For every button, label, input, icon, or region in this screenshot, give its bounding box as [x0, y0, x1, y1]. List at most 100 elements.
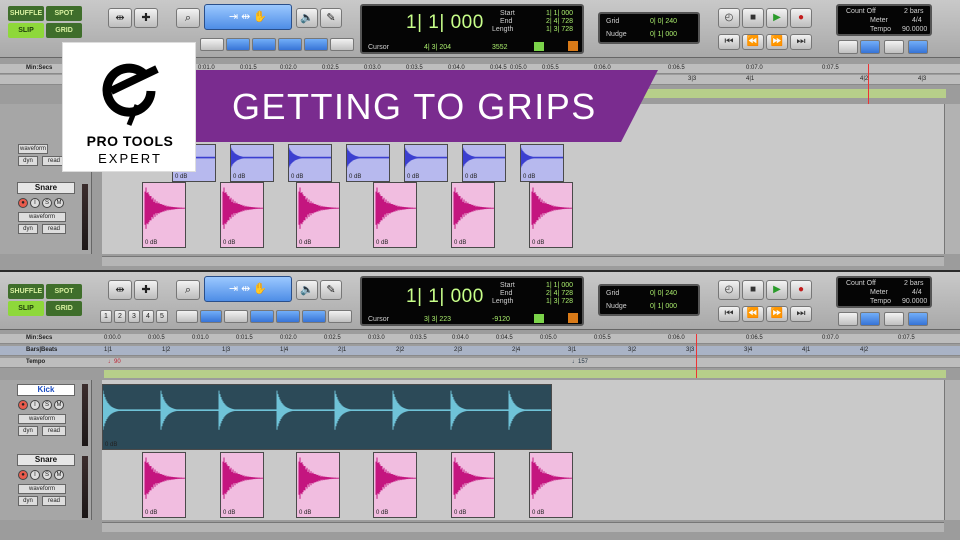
- metronome-button[interactable]: [860, 40, 880, 54]
- start-value[interactable]: 1| 1| 000: [546, 282, 573, 289]
- end-value[interactable]: 2| 4| 728: [546, 18, 573, 25]
- snare-record-button[interactable]: ●: [18, 198, 28, 208]
- end-value[interactable]: 2| 4| 728: [546, 290, 573, 297]
- snare-dyn-button[interactable]: dyn: [18, 496, 38, 506]
- audio-clip[interactable]: 0 dB: [142, 182, 186, 248]
- snare-track-name[interactable]: Snare: [17, 454, 75, 466]
- horizontal-scrollbar-bottom[interactable]: [102, 522, 944, 532]
- fast-forward-button[interactable]: ⏩: [766, 34, 788, 50]
- grid-mode-button[interactable]: GRID: [46, 23, 82, 38]
- meter-value[interactable]: 4/4: [912, 17, 922, 24]
- spot-mode-button[interactable]: SPOT: [46, 6, 82, 21]
- shuffle-mode-button[interactable]: SHUFFLE: [8, 6, 44, 21]
- tempo-value[interactable]: 90.0000: [902, 26, 927, 33]
- go-to-end-button[interactable]: ⏭: [790, 306, 812, 322]
- scrubber-tool-button[interactable]: 🔈: [296, 280, 318, 300]
- play-button[interactable]: ▶: [766, 8, 788, 28]
- midi-merge-button[interactable]: [884, 40, 904, 54]
- audio-clip[interactable]: 0 dB: [296, 452, 340, 518]
- stop-button[interactable]: ■: [742, 8, 764, 28]
- metronome-button[interactable]: [860, 312, 880, 326]
- tab-to-transients-button[interactable]: [250, 310, 274, 323]
- vertical-scrollbar-top[interactable]: [944, 104, 960, 254]
- zoom-horizontal-button[interactable]: ⇹: [108, 8, 132, 28]
- kick-dyn-button[interactable]: dyn: [18, 156, 38, 166]
- snare-automation-mode[interactable]: read: [42, 224, 66, 234]
- meter-value[interactable]: 4/4: [912, 289, 922, 296]
- rewind-button[interactable]: ⏪: [742, 34, 764, 50]
- snare-mute-button[interactable]: M: [54, 198, 64, 208]
- pencil-tool-button[interactable]: ✎: [320, 280, 342, 300]
- zoom-vertical-button[interactable]: ✚: [134, 8, 158, 28]
- min-secs-ruler-bottom[interactable]: Min:Secs 0:00.0 0:00.5 0:01.0 0:01.5 0:0…: [0, 334, 960, 344]
- audio-clip[interactable]: 0 dB: [230, 144, 274, 182]
- zoomer-tool-button[interactable]: ⌕: [176, 8, 200, 28]
- insertion-follows-playback-button[interactable]: [200, 38, 224, 51]
- tempo-ruler-bottom[interactable]: Tempo ♩90 ♩157: [0, 358, 960, 368]
- zoom-preset-4[interactable]: 4: [142, 310, 154, 323]
- mirror-midi-button[interactable]: [304, 38, 328, 51]
- fast-forward-button[interactable]: ⏩: [766, 306, 788, 322]
- length-value[interactable]: 1| 3| 728: [546, 298, 573, 305]
- snare-view-selector[interactable]: waveform: [18, 484, 66, 494]
- link-timeline-button[interactable]: [226, 38, 250, 51]
- return-to-zero-button[interactable]: ⏮: [718, 34, 740, 50]
- smart-tool-button[interactable]: ⇥ ⇹ ✋: [204, 4, 292, 30]
- snare-view-selector[interactable]: waveform: [18, 212, 66, 222]
- zoom-preset-5[interactable]: 5: [156, 310, 168, 323]
- go-to-end-button[interactable]: ⏭: [790, 34, 812, 50]
- slip-mode-button[interactable]: SLIP: [8, 23, 44, 38]
- length-value[interactable]: 1| 3| 728: [546, 26, 573, 33]
- audio-clip[interactable]: 0 dB: [529, 452, 573, 518]
- zoom-preset-1[interactable]: 1: [100, 310, 112, 323]
- spot-mode-button[interactable]: SPOT: [46, 284, 82, 299]
- snare-input-monitor-button[interactable]: I: [30, 198, 40, 208]
- audio-clip[interactable]: 0 dB: [102, 384, 552, 450]
- snare-solo-button[interactable]: S: [42, 470, 52, 480]
- audio-clip[interactable]: 0 dB: [529, 182, 573, 248]
- kick-track-name[interactable]: Kick: [17, 384, 75, 396]
- kick-record-button[interactable]: ●: [18, 400, 28, 410]
- tempo-lane-bottom[interactable]: [104, 370, 946, 378]
- link-track-edit-button[interactable]: [224, 310, 248, 323]
- online-button[interactable]: ◴: [718, 8, 740, 28]
- zoom-preset-2[interactable]: 2: [114, 310, 126, 323]
- record-button[interactable]: ●: [790, 280, 812, 300]
- kick-solo-button[interactable]: S: [42, 400, 52, 410]
- conductor-button[interactable]: [908, 40, 928, 54]
- link-track-edit-button[interactable]: [252, 38, 276, 51]
- insertion-follows-playback-button[interactable]: [176, 310, 198, 323]
- rewind-button[interactable]: ⏪: [742, 306, 764, 322]
- return-to-zero-button[interactable]: ⏮: [718, 306, 740, 322]
- wait-for-note-button[interactable]: [838, 312, 858, 326]
- kick-mute-button[interactable]: M: [54, 400, 64, 410]
- keyboard-focus-button[interactable]: [302, 310, 326, 323]
- audio-clip[interactable]: 0 dB: [451, 182, 495, 248]
- conductor-button[interactable]: [908, 312, 928, 326]
- audio-clip[interactable]: 0 dB: [296, 182, 340, 248]
- shuffle-mode-button[interactable]: SHUFFLE: [8, 284, 44, 299]
- audio-clip[interactable]: 0 dB: [288, 144, 332, 182]
- midi-merge-button[interactable]: [884, 312, 904, 326]
- tempo-marker-change[interactable]: ♩157: [572, 359, 588, 365]
- wait-for-note-button[interactable]: [838, 40, 858, 54]
- snare-input-monitor-button[interactable]: I: [30, 470, 40, 480]
- grid-value[interactable]: 0| 0| 240: [650, 18, 677, 25]
- grid-value[interactable]: 0| 0| 240: [650, 290, 677, 297]
- bars-beats-ruler-bottom[interactable]: Bars|Beats 1|1 1|2 1|3 1|4 2|1 2|2 2|3 2…: [0, 346, 960, 356]
- play-button[interactable]: ▶: [766, 280, 788, 300]
- audio-clip[interactable]: 0 dB: [373, 182, 417, 248]
- stop-button[interactable]: ■: [742, 280, 764, 300]
- pencil-tool-button[interactable]: ✎: [320, 8, 342, 28]
- count-off-label[interactable]: Count Off: [846, 8, 876, 15]
- count-off-label[interactable]: Count Off: [846, 280, 876, 287]
- audio-clip[interactable]: 0 dB: [462, 144, 506, 182]
- tempo-marker-start[interactable]: ♩90: [108, 359, 121, 365]
- nudge-value[interactable]: 0| 1| 000: [650, 303, 677, 310]
- zoom-vertical-button[interactable]: ✚: [134, 280, 158, 300]
- tempo-value[interactable]: 90.0000: [902, 298, 927, 305]
- tracks-arrange-bottom[interactable]: 0 dB 0 dB 0 dB 0 dB 0 dB 0 dB 0 dB: [102, 380, 944, 520]
- snare-solo-button[interactable]: S: [42, 198, 52, 208]
- kick-dyn-button[interactable]: dyn: [18, 426, 38, 436]
- link-timeline-button[interactable]: [200, 310, 222, 323]
